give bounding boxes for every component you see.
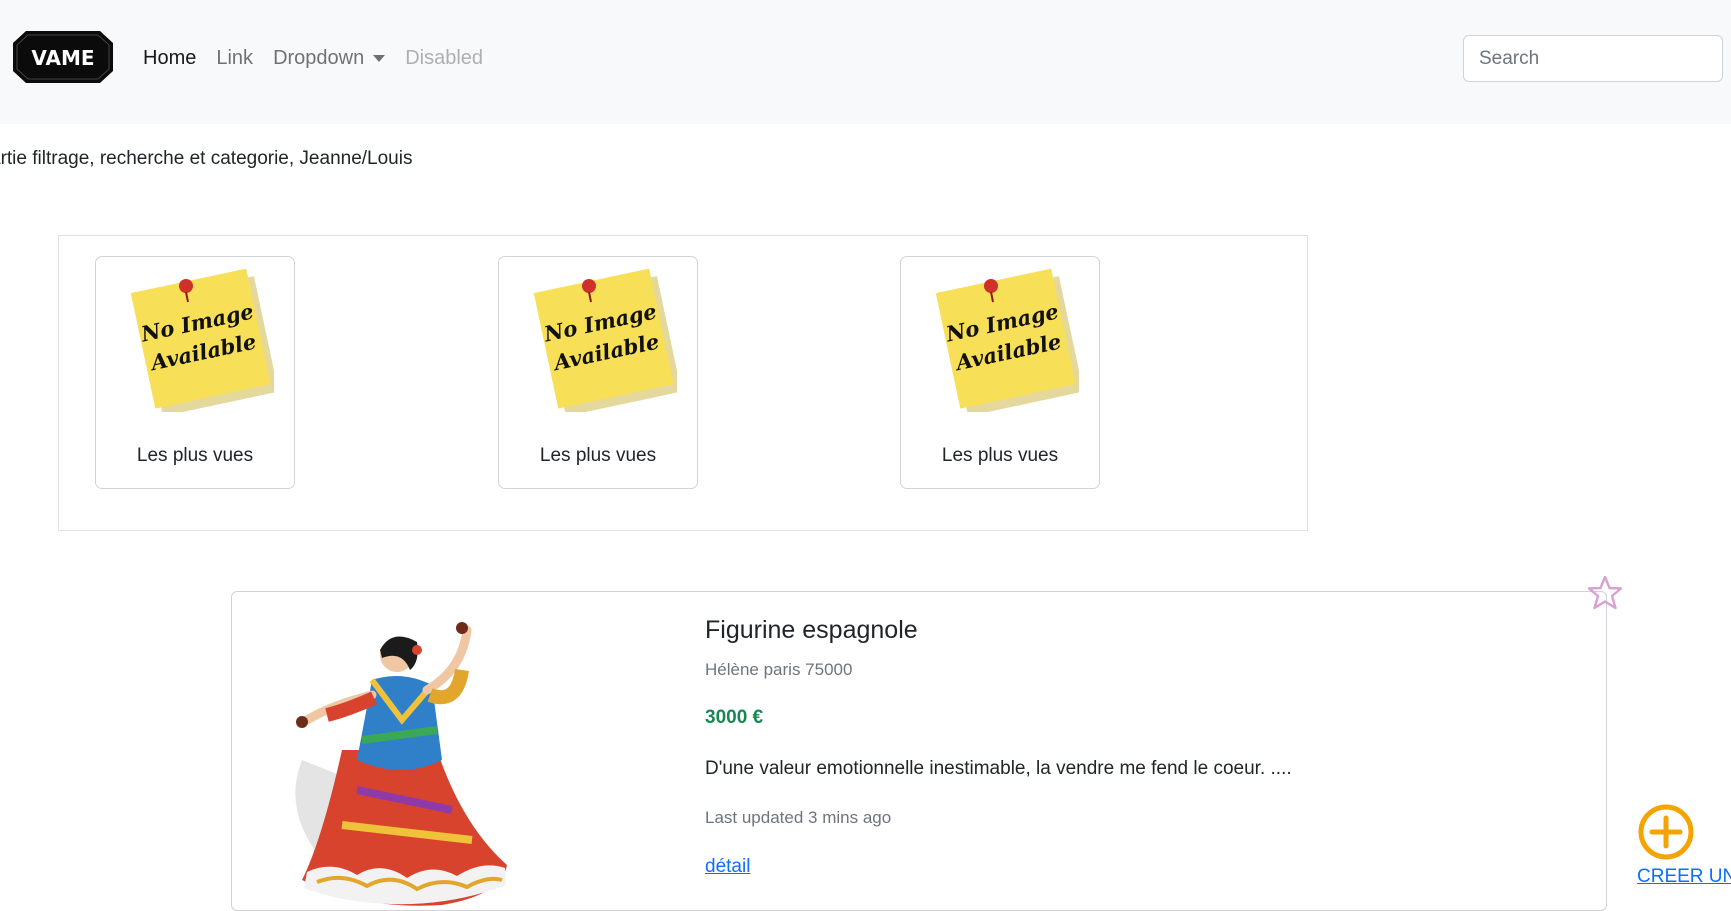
pin-icon	[984, 279, 998, 293]
card-label: Les plus vues	[539, 445, 657, 466]
create-listing-link[interactable]: CREER UNI	[1637, 866, 1731, 888]
product-image	[295, 622, 507, 906]
pin-icon	[179, 279, 193, 293]
nav-home-label: Home	[143, 47, 197, 69]
product-updated: Last updated 3 mins ago	[705, 808, 892, 827]
most-viewed-card[interactable]: No Image Available Les plus vues	[95, 256, 295, 489]
nav-link-label: Link	[216, 47, 254, 69]
pin-icon	[582, 279, 596, 293]
no-image-placeholder: No Image Available	[130, 268, 274, 412]
most-viewed-card[interactable]: No Image Available Les plus vues	[900, 256, 1100, 489]
nav-dropdown[interactable]: Dropdown	[273, 47, 386, 70]
plus-circle-icon[interactable]	[1637, 803, 1695, 861]
most-viewed-section: No Image Available Les plus vues No Imag…	[58, 235, 1308, 531]
product-location: Hélène paris 75000	[705, 660, 853, 679]
product-description: D'une valeur emotionnelle inestimable, l…	[705, 758, 1292, 779]
star-outline-icon[interactable]	[1586, 574, 1624, 612]
no-image-placeholder: No Image Available	[533, 268, 677, 412]
card-label: Les plus vues	[941, 445, 1059, 466]
card-label: Les plus vues	[136, 445, 254, 466]
no-image-placeholder: No Image Available	[935, 268, 1079, 412]
vame-logo[interactable]: VAME	[12, 29, 114, 85]
nav-disabled-link: Disabled	[405, 47, 483, 70]
logo-text: VAME	[31, 46, 94, 70]
product-title: Figurine espagnole	[705, 616, 918, 644]
nav-dropdown-label: Dropdown	[273, 47, 365, 69]
navbar: VAME Home Link Dropdown Disabled	[0, 0, 1731, 124]
nav-links: Home Link Dropdown Disabled	[143, 47, 503, 70]
detail-link[interactable]: détail	[705, 856, 750, 878]
nav-disabled-label: Disabled	[405, 47, 484, 69]
caret-down-icon	[373, 55, 386, 62]
product-card: Figurine espagnole Hélène paris 75000 30…	[231, 591, 1607, 911]
search-input[interactable]	[1463, 35, 1723, 82]
nav-link-link[interactable]: Link	[216, 47, 253, 70]
nav-home-link[interactable]: Home	[143, 47, 196, 70]
most-viewed-card[interactable]: No Image Available Les plus vues	[498, 256, 698, 489]
product-price: 3000 €	[705, 707, 764, 728]
filter-section-text: artie filtrage, recherche et categorie, …	[0, 148, 413, 169]
